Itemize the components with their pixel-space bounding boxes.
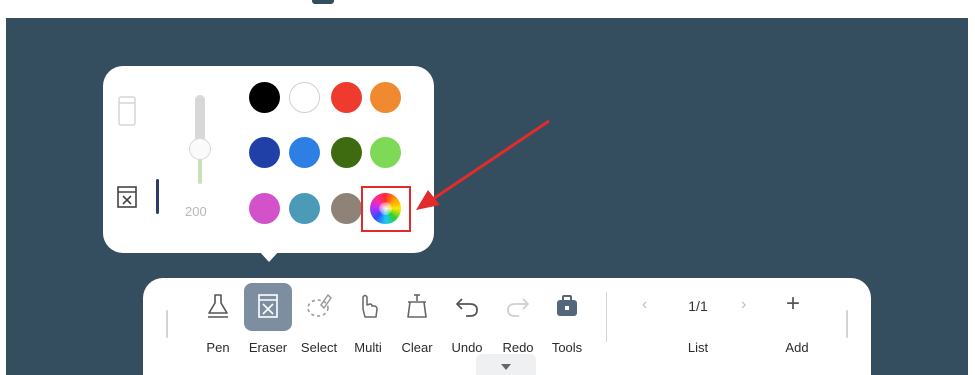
redo-button[interactable]: Redo: [497, 283, 539, 363]
clear-button[interactable]: Clear: [397, 283, 437, 363]
color-swatch-orange[interactable]: [370, 82, 401, 113]
select-button[interactable]: Select: [295, 283, 343, 363]
clear-icon: [407, 294, 427, 318]
size-slider-fill: [198, 158, 202, 184]
toolbar-divider: [606, 292, 607, 342]
tools-button[interactable]: Tools: [545, 283, 589, 363]
clear-label: Clear: [401, 340, 433, 355]
custom-color-highlight: [361, 186, 411, 232]
color-swatch-magenta[interactable]: [249, 193, 280, 224]
chevron-right-icon[interactable]: ›: [741, 296, 746, 314]
pen-icon: [208, 294, 228, 318]
multi-button[interactable]: Multi: [347, 283, 389, 363]
color-swatch-black[interactable]: [249, 82, 280, 113]
tools-label: Tools: [551, 340, 583, 355]
top-strip: [0, 0, 975, 18]
popup-pointer: [258, 250, 280, 262]
size-slider-track[interactable]: [195, 95, 205, 143]
color-swatch-red[interactable]: [331, 82, 362, 113]
color-swatch-dark-green[interactable]: [331, 137, 362, 168]
pen-button[interactable]: Pen: [198, 283, 238, 363]
color-swatch-blue[interactable]: [289, 137, 320, 168]
active-mode-indicator: [156, 179, 159, 214]
color-swatch-taupe[interactable]: [331, 193, 362, 224]
chevron-down-icon: [501, 364, 511, 370]
pen-nib-icon[interactable]: [118, 96, 136, 126]
top-edge-mark: [312, 0, 334, 4]
color-swatch-white[interactable]: [289, 82, 320, 113]
toolbox-icon: [557, 295, 577, 316]
undo-label: Undo: [451, 340, 483, 355]
pen-label: Pen: [206, 340, 230, 355]
chevron-left-icon[interactable]: ‹: [642, 296, 647, 314]
toolbar-left-handle[interactable]: [166, 310, 168, 338]
multi-label: Multi: [354, 340, 382, 355]
undo-icon: [456, 298, 478, 317]
select-label: Select: [300, 340, 338, 355]
color-swatch-navy[interactable]: [249, 137, 280, 168]
color-swatch-teal[interactable]: [289, 193, 320, 224]
stroke-size-value: 200: [185, 204, 207, 219]
lasso-icon: [307, 293, 332, 317]
size-slider-knob[interactable]: [189, 138, 211, 160]
add-button[interactable]: Add: [772, 283, 822, 363]
list-label: List: [687, 340, 709, 355]
multi-touch-icon: [362, 294, 378, 318]
redo-label: Redo: [502, 340, 534, 355]
eraser-button[interactable]: Eraser: [243, 283, 293, 363]
toolbar-right-handle[interactable]: [846, 310, 848, 338]
add-label: Add: [785, 340, 809, 355]
color-swatch-light-green[interactable]: [370, 137, 401, 168]
undo-button[interactable]: Undo: [446, 283, 488, 363]
eraser-icon: [258, 294, 278, 318]
eraser-mode-icon[interactable]: [116, 183, 138, 209]
eraser-label: Eraser: [248, 340, 288, 355]
list-button[interactable]: List: [670, 283, 726, 363]
redo-icon: [507, 298, 529, 317]
